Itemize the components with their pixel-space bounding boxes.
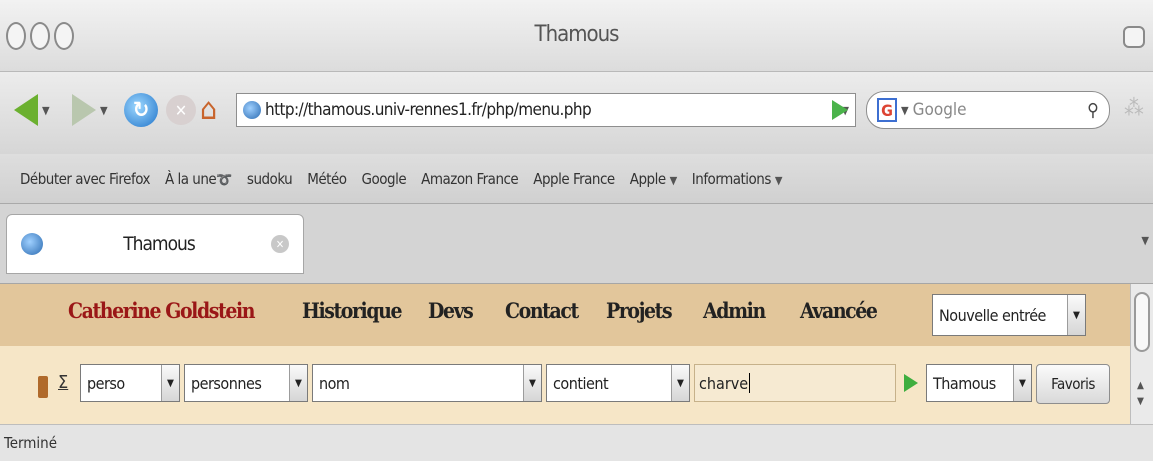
sigma-icon[interactable]: Σ [58, 372, 68, 393]
reload-icon: ↻ [124, 93, 158, 127]
forward-arrow-icon [72, 94, 96, 126]
chevron-down-icon: ▼ [774, 173, 783, 187]
database-select[interactable]: Thamous ▼ [926, 364, 1032, 402]
toolbar-toggle-button[interactable] [1123, 26, 1145, 48]
stop-button[interactable]: ✕ [166, 90, 196, 130]
stop-icon: ✕ [166, 95, 196, 125]
menu-admin[interactable]: Admin [703, 298, 766, 323]
search-engine-dropdown[interactable]: ▼ [901, 104, 909, 117]
chevron-down-icon: ▼ [289, 365, 307, 401]
operator-select[interactable]: contient ▼ [546, 364, 690, 402]
page-content: Catherine Goldstein Historique Devs Cont… [0, 284, 1130, 424]
status-text: Terminé [4, 434, 58, 452]
chevron-down-icon[interactable]: ▼ [42, 104, 50, 117]
chevron-down-icon[interactable]: ▼ [100, 104, 108, 117]
scope-value: perso [87, 373, 125, 393]
scroll-down-arrow-icon[interactable]: ▼ [1137, 396, 1144, 407]
status-bar: Terminé [0, 424, 1153, 461]
menu-devs[interactable]: Devs [428, 298, 474, 323]
globe-icon [243, 101, 261, 119]
new-entry-value: Nouvelle entrée [939, 305, 1046, 325]
chevron-down-icon: ▼ [1013, 365, 1031, 401]
vertical-scrollbar[interactable]: ▲ ▼ [1130, 284, 1153, 424]
bookmark-folder-apple[interactable]: Apple ▼ [629, 169, 678, 188]
scope-select[interactable]: perso ▼ [80, 364, 180, 402]
query-input[interactable]: charve [694, 364, 896, 402]
text-caret [749, 373, 751, 393]
category-value: personnes [191, 373, 262, 393]
forward-button[interactable]: ▼ [72, 90, 108, 130]
operator-value: contient [553, 373, 609, 393]
bookmarks-toolbar: Débuter avec Firefox À la une➰ sudoku Mé… [0, 154, 1153, 204]
scroll-up-arrow-icon[interactable]: ▲ [1137, 380, 1144, 391]
go-button[interactable] [832, 100, 848, 120]
menu-contact[interactable]: Contact [505, 298, 579, 323]
field-select[interactable]: nom ▼ [312, 364, 542, 402]
search-box[interactable]: G ▼ Google ⚲ [866, 91, 1110, 129]
bookmark-meteo[interactable]: Météo [307, 170, 347, 188]
rss-icon: ➰ [216, 172, 232, 188]
tab-bar: Thamous ✕ ▼ [0, 204, 1153, 284]
home-icon: ⌂ [200, 92, 218, 127]
bookmark-label: Informations [691, 169, 772, 188]
bookmark-apple-france[interactable]: Apple France [533, 170, 615, 188]
back-arrow-icon [14, 94, 38, 126]
bookmark-folder-informations[interactable]: Informations ▼ [691, 169, 783, 188]
chevron-down-icon: ▼ [671, 365, 689, 401]
google-icon[interactable]: G [877, 98, 897, 122]
menu-historique[interactable]: Historique [302, 298, 402, 323]
scrollbar-thumb[interactable] [1134, 292, 1150, 352]
pencil-icon[interactable] [38, 376, 48, 398]
home-button[interactable]: ⌂ [200, 90, 217, 130]
bookmark-a-la-une[interactable]: À la une➰ [165, 170, 232, 188]
bookmark-label: À la une [164, 169, 217, 188]
bookmark-sudoku[interactable]: sudoku [247, 170, 293, 188]
site-menu-bar: Catherine Goldstein Historique Devs Cont… [0, 284, 1130, 346]
tab-list-dropdown[interactable]: ▼ [1141, 234, 1149, 247]
favoris-button[interactable]: Favoris [1036, 364, 1110, 404]
url-text[interactable]: http://thamous.univ-rennes1.fr/php/menu.… [265, 100, 841, 120]
window-titlebar: Thamous [0, 0, 1153, 72]
bookmark-google[interactable]: Google [362, 170, 407, 188]
tab-thamous[interactable]: Thamous ✕ [6, 214, 304, 274]
menu-projets[interactable]: Projets [606, 298, 673, 323]
play-icon[interactable] [904, 374, 918, 392]
new-entry-select[interactable]: Nouvelle entrée ▼ [932, 294, 1086, 336]
menu-avancee[interactable]: Avancée [800, 298, 878, 323]
field-value: nom [319, 373, 350, 393]
window-title: Thamous [534, 22, 619, 47]
chevron-down-icon: ▼ [523, 365, 541, 401]
query-value: charve [699, 373, 749, 393]
bookmark-debuter-avec-firefox[interactable]: Débuter avec Firefox [20, 170, 150, 188]
chevron-down-icon: ▼ [161, 365, 179, 401]
magnifier-icon[interactable]: ⚲ [1087, 100, 1099, 121]
bookmark-label: Apple [629, 169, 666, 188]
chevron-down-icon: ▼ [669, 173, 678, 187]
chevron-down-icon: ▼ [1067, 295, 1085, 335]
reload-button[interactable]: ↻ [124, 90, 158, 130]
tab-title: Thamous [123, 233, 196, 255]
search-input[interactable]: Google [913, 100, 1088, 120]
url-bar[interactable]: http://thamous.univ-rennes1.fr/php/menu.… [236, 93, 856, 127]
site-brand-link[interactable]: Catherine Goldstein [68, 298, 255, 323]
activity-indicator-icon: ⁂ [1124, 96, 1144, 121]
back-button[interactable]: ▼ [14, 90, 50, 130]
category-select[interactable]: personnes ▼ [184, 364, 308, 402]
bookmark-amazon-france[interactable]: Amazon France [421, 170, 519, 188]
navigation-toolbar: ▼ ▼ ↻ ✕ ⌂ http://thamous.univ-rennes1.fr… [0, 72, 1153, 154]
close-tab-icon[interactable]: ✕ [271, 235, 289, 253]
globe-icon [21, 233, 43, 255]
search-form: Σ perso ▼ personnes ▼ nom ▼ contient ▼ c… [0, 346, 1130, 424]
database-value: Thamous [933, 373, 996, 393]
